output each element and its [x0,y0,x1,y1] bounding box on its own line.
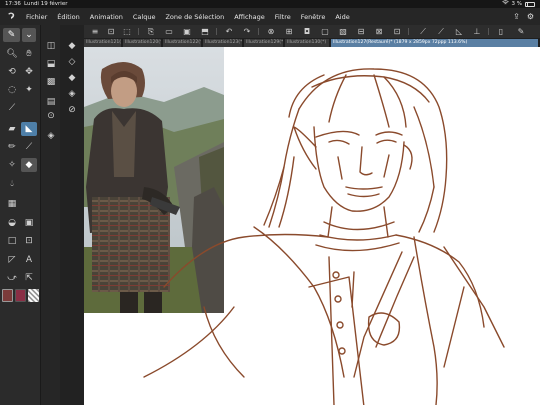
app-window: 17:36 Lundi 19 février 3 % Fichier Éditi… [0,0,540,405]
edit-icon[interactable]: ✎ [514,25,528,38]
rotate-icon[interactable]: ⟲ [4,65,20,79]
image-icon[interactable]: ▩ [43,75,59,89]
share-icon[interactable]: ⇪ [513,12,520,21]
invert-icon[interactable]: ▧ [336,25,350,38]
subtool-column: ◫ ⬓ ▩ ▤ ⊙ ◈ [41,25,60,405]
ios-status-bar: 17:36 Lundi 19 février 3 % [0,0,540,8]
sketch-drawing [143,68,505,405]
grid-icon[interactable]: ▦ [4,197,20,211]
tab-illustration127-active[interactable]: Illustration127(Restauré)* (1879 x 2859p… [331,39,539,47]
status-right-cluster: 3 % [501,0,535,8]
transform-icon[interactable]: ⊞ [282,25,296,38]
menu-edition[interactable]: Édition [57,13,80,21]
battery-percent: 3 % [511,1,522,7]
settings-icon[interactable]: ⚙ [527,12,534,21]
kneaded-eraser-icon[interactable]: ◆ [64,71,80,85]
redo-icon[interactable]: ↷ [240,25,254,38]
expand-icon[interactable]: ⊠ [372,25,386,38]
menu-fenetre[interactable]: Fenêtre [301,13,326,21]
main-color-swatch[interactable] [2,289,13,302]
document-tabs: Illustration121(*) Illustration120(*) Il… [84,38,540,47]
gradient-icon[interactable]: ▣ [21,216,37,230]
frame-icon[interactable]: ⊡ [21,234,37,248]
blend-icon[interactable]: ◆ [21,158,37,172]
tab-illustration130[interactable]: Illustration130(*) [285,39,330,47]
crop-icon[interactable]: ⊟ [354,25,368,38]
perspective-icon[interactable]: ◺ [452,25,466,38]
status-date: Lundi 19 février [24,1,68,7]
eraser-icon[interactable]: ◆ [64,39,80,53]
tab-illustration120[interactable]: Illustration120(*) [123,39,162,47]
selection-icon[interactable]: ⇱ [21,271,37,285]
command-bar: ≡ ⊡ ⬚ ⎘ ▭ ▣ ⬒ ↶ ↷ ⊗ ⊞ ◘ ▢ ▧ ⊟ ⊠ ⊡ ⟋ ⟋ ◺ … [84,25,540,38]
clip-studio-icon[interactable] [5,11,17,23]
magic-wand-icon[interactable]: ✦ [21,83,37,97]
tool-column: ✎ ⌄ 🔍︎ ✋︎ ⟲ ✥ ◌ ✦ ⟋ ▰ ◣ ✏ ⟋ ✧ ◆ 💧︎ ▦ ◒ ▣… [0,25,41,405]
graph-icon[interactable]: ⟋ [434,25,448,38]
tab-illustration129[interactable]: Illustration129(*) [244,39,284,47]
stack-icon[interactable]: ◈ [43,129,59,143]
tab-illustration121[interactable]: Illustration121(*) [84,39,122,47]
export-icon[interactable]: ⬒ [198,25,212,38]
text-icon[interactable]: A [21,253,37,267]
tab-illustration122[interactable]: Illustration122(*) [163,39,202,47]
menu-calque[interactable]: Calque [133,13,156,21]
quick-access-icon[interactable]: ⬚ [120,25,134,38]
water-drop-icon[interactable]: 💧︎ [4,177,20,191]
toggle-panel-icon[interactable]: ▯ [494,25,508,38]
soft-eraser-icon[interactable]: ◇ [64,55,80,69]
layer-icon[interactable]: ◫ [43,39,59,53]
zoom-icon[interactable]: 🔍︎ [4,47,20,61]
fill-bucket-icon[interactable]: ◒ [4,216,20,230]
menu-affichage[interactable]: Affichage [234,13,265,21]
drawing-canvas[interactable] [84,47,540,405]
block-icon[interactable]: ⊘ [64,103,80,117]
deselect-icon[interactable]: ▢ [318,25,332,38]
save-icon[interactable]: ▣ [180,25,194,38]
menu-animation[interactable]: Animation [90,13,123,21]
flip-icon[interactable]: ⊡ [390,25,404,38]
sub-color-swatch[interactable] [15,289,26,302]
battery-icon [525,1,535,7]
sparkle-icon[interactable]: ✧ [4,158,20,172]
status-time: 17:36 [5,1,21,7]
new-file-icon[interactable]: ⊡ [104,25,118,38]
tab-illustration123[interactable]: Illustration123(*) [203,39,243,47]
hand-icon[interactable]: ✋︎ [21,47,37,61]
rectangle-icon[interactable]: □ [4,234,20,248]
fill-icon[interactable]: ◘ [300,25,314,38]
history-icon[interactable]: ⊙ [43,109,59,123]
curve-icon[interactable]: ⤻ [4,271,20,285]
chevron-down-icon[interactable]: ⌄ [22,28,36,42]
fill-icon[interactable]: ▰ [4,122,20,136]
pencil-icon[interactable]: ✏ [4,140,20,154]
transparent-color-swatch[interactable] [28,289,39,302]
move-icon[interactable]: ✥ [21,65,37,79]
menu-bar: Fichier Édition Animation Calque Zone de… [0,8,540,25]
menu-fichier[interactable]: Fichier [26,13,47,21]
panel-icon-column: ◆ ◇ ◆ ◈ ⊘ [60,25,84,405]
menu-icon[interactable]: ≡ [88,25,102,38]
ruler-icon[interactable]: ◸ [4,253,20,267]
lasso-icon[interactable]: ◌ [4,83,20,97]
pen-icon[interactable]: ✎ [3,28,20,42]
menu-aide[interactable]: Aide [335,13,349,21]
pen-nib-icon[interactable]: ◣ [21,122,37,136]
book-icon[interactable]: ▤ [43,95,59,109]
menu-zone-de-selection[interactable]: Zone de Sélection [165,13,224,21]
menu-filtre[interactable]: Filtre [275,13,291,21]
menu-right-icons: ⇪ ⚙ [513,12,534,21]
palette-icon[interactable]: ⬓ [43,57,59,71]
copy-icon[interactable]: ⎘ [144,25,158,38]
undo-icon[interactable]: ↶ [222,25,236,38]
folder-icon[interactable]: ▭ [162,25,176,38]
clear-icon[interactable]: ⊗ [264,25,278,38]
chart-icon[interactable]: ⟋ [416,25,430,38]
symmetry-icon[interactable]: ⊥ [470,25,484,38]
eyedropper-icon[interactable]: ⟋ [4,101,20,115]
vector-eraser-icon[interactable]: ◈ [64,87,80,101]
wifi-icon [501,0,509,8]
brush-icon[interactable]: ⟋ [21,140,37,154]
